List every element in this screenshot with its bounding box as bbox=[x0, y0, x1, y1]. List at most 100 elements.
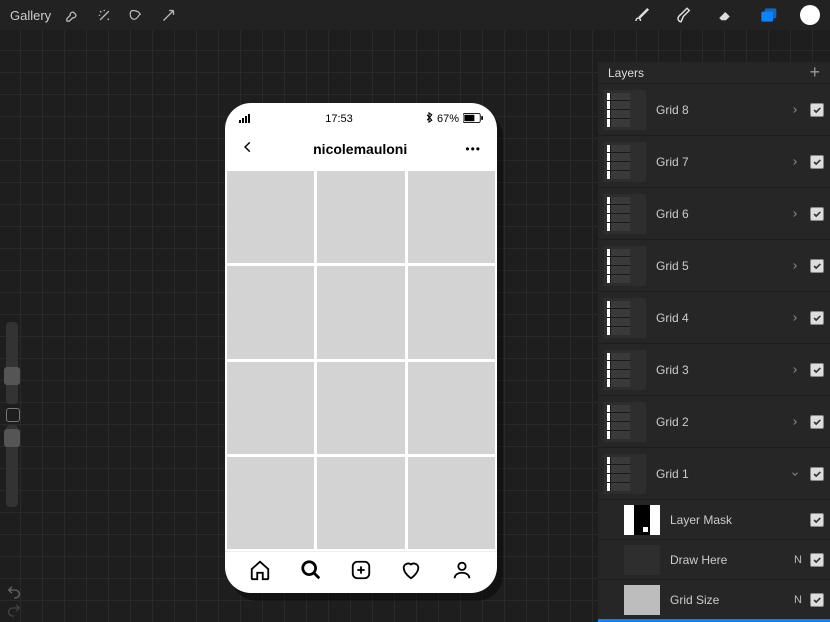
layer-group-row[interactable]: Grid 1 bbox=[598, 447, 830, 499]
layers-icon[interactable] bbox=[758, 5, 778, 25]
layer-thumbnail bbox=[604, 298, 646, 338]
chevron-right-icon[interactable] bbox=[788, 207, 802, 221]
grid-cell bbox=[317, 362, 404, 454]
battery-text: 67% bbox=[437, 113, 459, 125]
visibility-checkbox[interactable] bbox=[810, 103, 824, 117]
add-post-icon[interactable] bbox=[350, 559, 372, 586]
layers-header: Layers + bbox=[598, 62, 830, 83]
layer-thumbnail bbox=[624, 545, 660, 575]
home-icon[interactable] bbox=[249, 559, 271, 586]
more-icon[interactable]: ••• bbox=[465, 142, 481, 156]
layer-row[interactable]: Draw HereN bbox=[598, 539, 830, 579]
layer-row[interactable]: Layer Mask bbox=[598, 499, 830, 539]
wand-icon[interactable] bbox=[95, 6, 113, 24]
brush-icon[interactable] bbox=[632, 5, 652, 25]
grid-cell bbox=[408, 362, 495, 454]
layers-panel: Layers + Grid 8Grid 7Grid 6Grid 5Grid 4G… bbox=[598, 62, 830, 622]
layer-label: Grid 4 bbox=[656, 311, 788, 325]
chevron-right-icon[interactable] bbox=[788, 311, 802, 325]
chevron-right-icon[interactable] bbox=[788, 103, 802, 117]
grid-cell bbox=[408, 266, 495, 358]
heart-icon[interactable] bbox=[400, 559, 422, 586]
layer-thumbnail bbox=[624, 505, 660, 535]
brush-size-slider[interactable] bbox=[6, 322, 18, 404]
chevron-right-icon[interactable] bbox=[788, 363, 802, 377]
layer-label: Grid Size bbox=[670, 593, 794, 607]
visibility-checkbox[interactable] bbox=[810, 467, 824, 481]
phone-time: 17:53 bbox=[325, 113, 353, 125]
redo-icon[interactable] bbox=[4, 600, 24, 620]
grid-cell bbox=[227, 266, 314, 358]
canvas-area[interactable]: 17:53 67% nicolemauloni ••• bbox=[0, 30, 830, 622]
visibility-checkbox[interactable] bbox=[810, 259, 824, 273]
chevron-right-icon[interactable] bbox=[788, 415, 802, 429]
blend-mode-indicator[interactable]: N bbox=[794, 594, 802, 606]
layer-thumbnail bbox=[604, 142, 646, 182]
search-icon[interactable] bbox=[300, 559, 322, 586]
move-icon[interactable] bbox=[159, 6, 177, 24]
layer-group-row[interactable]: Grid 7 bbox=[598, 135, 830, 187]
battery-icon bbox=[463, 113, 483, 126]
layer-row[interactable]: Grid SizeN bbox=[598, 579, 830, 619]
layer-thumbnail bbox=[604, 90, 646, 130]
layer-group-row[interactable]: Grid 5 bbox=[598, 239, 830, 291]
add-layer-icon[interactable]: + bbox=[809, 62, 820, 83]
phone-statusbar: 17:53 67% bbox=[225, 103, 497, 129]
layer-thumbnail bbox=[604, 454, 646, 494]
layer-list: Grid 8 Grid 7 Grid 6Grid 5 Grid 4 Grid 3 Grid… bbox=[598, 83, 830, 622]
layer-label: Draw Here bbox=[670, 553, 794, 567]
layers-title: Layers bbox=[608, 66, 644, 80]
post-grid bbox=[225, 169, 497, 551]
visibility-checkbox[interactable] bbox=[810, 363, 824, 377]
layer-label: Grid 7 bbox=[656, 155, 788, 169]
gallery-button[interactable]: Gallery bbox=[10, 8, 51, 23]
layer-group-row[interactable]: Grid 2 bbox=[598, 395, 830, 447]
chevron-down-icon[interactable] bbox=[788, 467, 802, 481]
visibility-checkbox[interactable] bbox=[810, 513, 824, 527]
signal-icon bbox=[239, 113, 253, 126]
topbar-right bbox=[632, 5, 820, 25]
grid-cell bbox=[408, 457, 495, 549]
visibility-checkbox[interactable] bbox=[810, 593, 824, 607]
chevron-right-icon[interactable] bbox=[788, 155, 802, 169]
grid-cell bbox=[227, 171, 314, 263]
visibility-checkbox[interactable] bbox=[810, 207, 824, 221]
eraser-icon[interactable] bbox=[716, 5, 736, 25]
visibility-checkbox[interactable] bbox=[810, 311, 824, 325]
layer-group-row[interactable]: Grid 8 bbox=[598, 83, 830, 135]
wrench-icon[interactable] bbox=[63, 6, 81, 24]
phone-bottomnav bbox=[225, 551, 497, 593]
layer-thumbnail bbox=[604, 194, 646, 234]
undo-icon[interactable] bbox=[4, 582, 24, 602]
profile-username: nicolemauloni bbox=[313, 141, 407, 157]
layer-thumbnail bbox=[604, 350, 646, 390]
visibility-checkbox[interactable] bbox=[810, 415, 824, 429]
grid-cell bbox=[317, 266, 404, 358]
grid-cell bbox=[408, 171, 495, 263]
profile-icon[interactable] bbox=[451, 559, 473, 586]
visibility-checkbox[interactable] bbox=[810, 553, 824, 567]
grid-cell bbox=[317, 457, 404, 549]
color-swatch[interactable] bbox=[800, 5, 820, 25]
topbar: Gallery bbox=[0, 0, 830, 30]
layer-group-row[interactable]: Grid 3 bbox=[598, 343, 830, 395]
layer-label: Grid 8 bbox=[656, 103, 788, 117]
layer-group-row[interactable]: Grid 4 bbox=[598, 291, 830, 343]
back-icon[interactable] bbox=[241, 140, 255, 159]
layer-thumbnail bbox=[624, 585, 660, 615]
layer-label: Grid 3 bbox=[656, 363, 788, 377]
layer-group-row[interactable]: Grid 6 bbox=[598, 187, 830, 239]
bluetooth-icon bbox=[425, 112, 433, 126]
layer-label: Grid 2 bbox=[656, 415, 788, 429]
phone-mockup: 17:53 67% nicolemauloni ••• bbox=[225, 103, 497, 593]
chevron-right-icon[interactable] bbox=[788, 259, 802, 273]
visibility-checkbox[interactable] bbox=[810, 155, 824, 169]
smudge-icon[interactable] bbox=[674, 5, 694, 25]
grid-cell bbox=[317, 171, 404, 263]
tool-row bbox=[63, 6, 177, 24]
blend-mode-indicator[interactable]: N bbox=[794, 554, 802, 566]
selection-icon[interactable] bbox=[127, 6, 145, 24]
modifier-button[interactable] bbox=[6, 408, 20, 422]
layer-label: Layer Mask bbox=[670, 513, 788, 527]
opacity-slider[interactable] bbox=[6, 425, 18, 507]
